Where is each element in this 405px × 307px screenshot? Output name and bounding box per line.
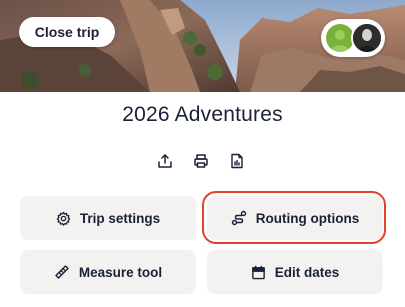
print-icon[interactable] (190, 150, 212, 172)
pdf-icon[interactable] (226, 150, 248, 172)
measure-tool-label: Measure tool (78, 264, 163, 280)
trip-title: 2026 Adventures (122, 103, 283, 126)
member-avatar (326, 24, 354, 52)
trip-settings-button[interactable]: Trip settings (20, 196, 196, 240)
trip-toolbar (0, 150, 405, 172)
trip-screen: Close trip 2026 Adventures Trip settings… (0, 0, 405, 307)
close-trip-button[interactable]: Close trip (19, 17, 115, 47)
route-icon (231, 210, 247, 226)
routing-options-label: Routing options (255, 210, 360, 226)
trip-cover-photo: Close trip (0, 0, 405, 92)
gear-icon (56, 211, 71, 226)
measure-tool-button[interactable]: Measure tool (20, 250, 196, 294)
member-avatar (351, 22, 383, 54)
ruler-icon (54, 264, 70, 280)
trip-members[interactable] (321, 19, 385, 57)
edit-dates-button[interactable]: Edit dates (207, 250, 383, 294)
calendar-icon (251, 265, 266, 280)
share-icon[interactable] (154, 150, 176, 172)
edit-dates-label: Edit dates (274, 264, 340, 280)
routing-options-button[interactable]: Routing options (207, 196, 383, 240)
trip-settings-label: Trip settings (79, 210, 161, 226)
